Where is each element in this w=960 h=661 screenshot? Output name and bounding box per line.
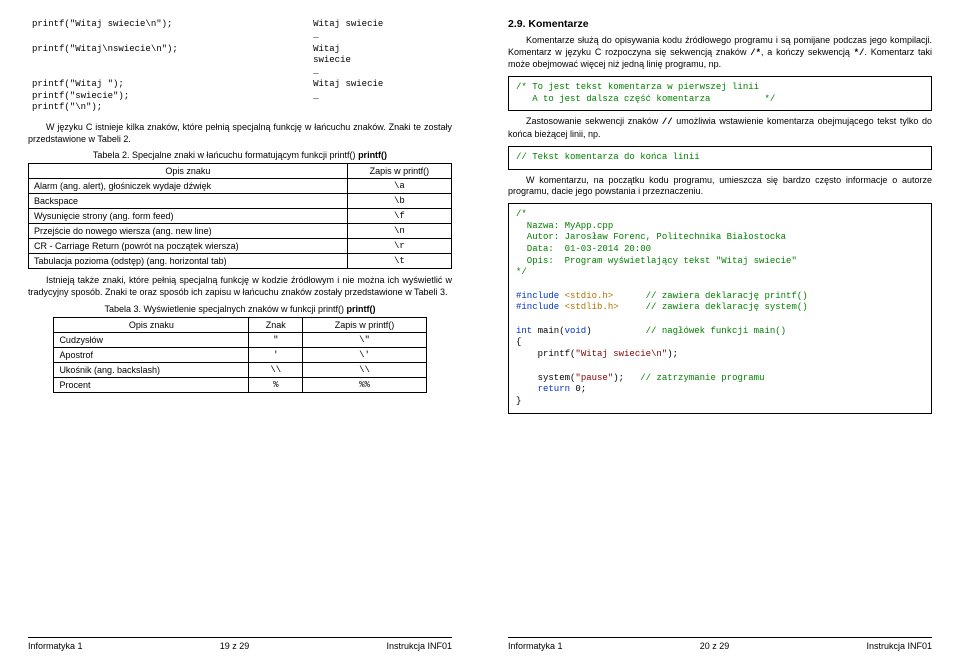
td-char: " [249,332,303,347]
paragraph: W komentarzu, na początku kodu programu,… [508,175,932,198]
td-char: ' [249,347,303,362]
footer-left: Informatyka 1 [508,641,563,651]
td-code: \r [347,239,451,254]
out-cell: Witaj swiecie _ [309,43,452,79]
out-cell: Witaj swiecie _ [309,78,452,114]
td-code: %% [303,377,426,392]
footer-right: Instrukcja INF01 [866,641,932,651]
td-char: \\ [249,362,303,377]
td-desc: Wysunięcie strony (ang. form feed) [29,209,348,224]
td-desc: Alarm (ang. alert), głośniczek wydaje dź… [29,179,348,194]
page-footer: Informatyka 1 20 z 29 Instrukcja INF01 [508,637,932,651]
code-cell: printf("Witaj\nswiecie\n"); [28,43,309,79]
out-cell: Witaj swiecie _ [309,18,452,43]
th-printf: Zapis w printf() [347,164,451,179]
table-special-chars: Opis znaku Zapis w printf() Alarm (ang. … [28,163,452,269]
th-char: Znak [249,317,303,332]
table-caption: Tabela 2. Specjalne znaki w łańcuchu for… [28,150,452,160]
code-block-multiline-comment: /* To jest tekst komentarza w pierwszej … [508,76,932,111]
td-desc: Przejście do nowego wiersza (ang. new li… [29,224,348,239]
paragraph: Zastosowanie sekwencji znaków // umożliw… [508,116,932,140]
footer-right: Instrukcja INF01 [386,641,452,651]
code-output-table: printf("Witaj swiecie\n"); Witaj swiecie… [28,18,452,114]
page-footer: Informatyka 1 19 z 29 Instrukcja INF01 [28,637,452,651]
code-cell: printf("Witaj "); printf("swiecie"); pri… [28,78,309,114]
td-desc: Tabulacja pozioma (odstęp) (ang. horizon… [29,254,348,269]
td-code: \" [303,332,426,347]
code-block-line-comment: // Tekst komentarza do końca linii [508,146,932,170]
td-desc: Procent [54,377,249,392]
paragraph: Komentarze służą do opisywania kodu źród… [508,35,932,71]
paragraph: W języku C istnieje kilka znaków, które … [28,122,452,145]
th-printf: Zapis w printf() [303,317,426,332]
th-desc: Opis znaku [54,317,249,332]
footer-center: 19 z 29 [220,641,250,651]
code-block-program: /* Nazwa: MyApp.cpp Autor: Jarosław Fore… [508,203,932,414]
td-code: \b [347,194,451,209]
table-caption: Tabela 3. Wyświetlenie specjalnych znakó… [28,304,452,314]
td-code: \n [347,224,451,239]
td-desc: Ukośnik (ang. backslash) [54,362,249,377]
table-display-chars: Opis znaku Znak Zapis w printf() Cudzysł… [53,317,426,393]
page-right: 2.9. Komentarze Komentarze służą do opis… [480,0,960,661]
td-code: \' [303,347,426,362]
page-left: printf("Witaj swiecie\n"); Witaj swiecie… [0,0,480,661]
td-code: \a [347,179,451,194]
paragraph: Istnieją także znaki, które pełnią specj… [28,275,452,298]
footer-left: Informatyka 1 [28,641,83,651]
footer-center: 20 z 29 [700,641,730,651]
td-desc: CR - Carriage Return (powrót na początek… [29,239,348,254]
td-desc: Apostrof [54,347,249,362]
section-heading: 2.9. Komentarze [508,18,932,30]
td-code: \\ [303,362,426,377]
td-char: % [249,377,303,392]
td-code: \f [347,209,451,224]
td-desc: Backspace [29,194,348,209]
td-desc: Cudzysłów [54,332,249,347]
th-desc: Opis znaku [29,164,348,179]
code-cell: printf("Witaj swiecie\n"); [28,18,309,43]
td-code: \t [347,254,451,269]
